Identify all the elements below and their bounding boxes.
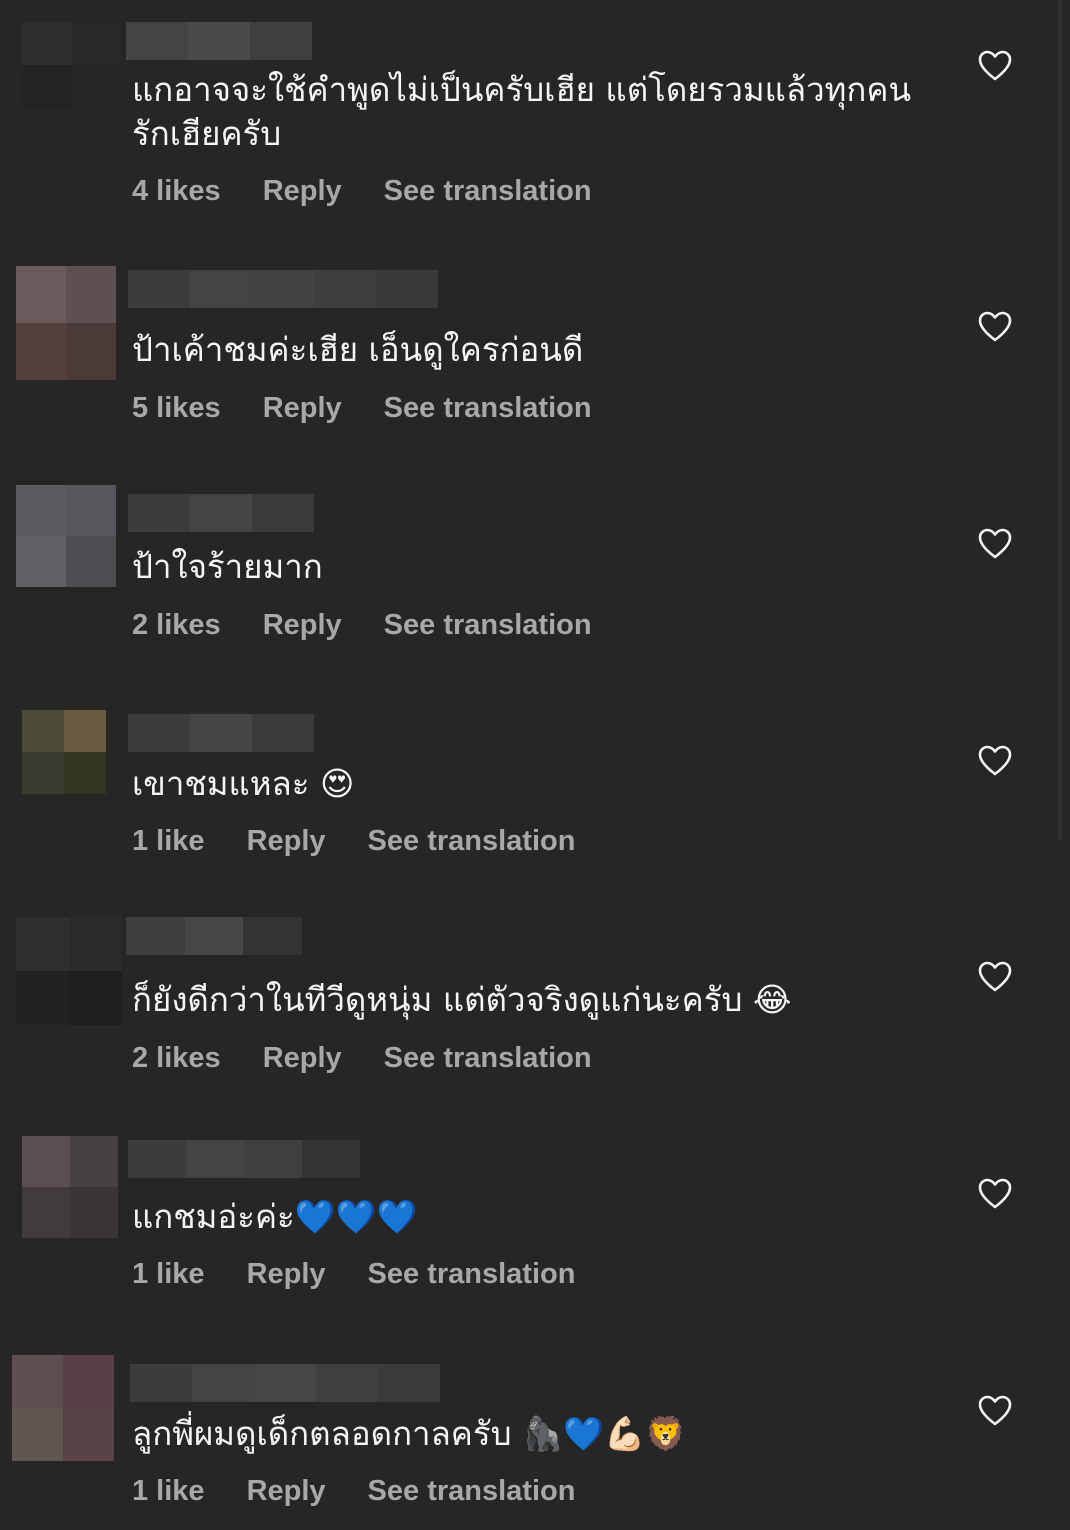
comment-actions: 1 like Reply See translation bbox=[132, 1475, 575, 1508]
like-heart-icon[interactable] bbox=[978, 1395, 1012, 1427]
comment-actions: 4 likes Reply See translation bbox=[132, 175, 592, 208]
username-redacted[interactable] bbox=[128, 494, 314, 532]
username-redacted[interactable] bbox=[128, 270, 438, 308]
comment-actions: 2 likes Reply See translation bbox=[132, 1042, 592, 1075]
like-heart-icon[interactable] bbox=[978, 1178, 1012, 1210]
see-translation-button[interactable]: See translation bbox=[368, 1475, 576, 1508]
reply-button[interactable]: Reply bbox=[263, 609, 342, 642]
reply-button[interactable]: Reply bbox=[247, 1258, 326, 1291]
see-translation-button[interactable]: See translation bbox=[368, 1258, 576, 1291]
likes-count[interactable]: 2 likes bbox=[132, 1042, 221, 1075]
likes-count[interactable]: 2 likes bbox=[132, 609, 221, 642]
reply-button[interactable]: Reply bbox=[263, 175, 342, 208]
reply-button[interactable]: Reply bbox=[263, 1042, 342, 1075]
likes-count[interactable]: 1 like bbox=[132, 1475, 205, 1508]
reply-button[interactable]: Reply bbox=[247, 1475, 326, 1508]
comment-text: ป้าใจร้ายมาก bbox=[132, 547, 323, 586]
see-translation-button[interactable]: See translation bbox=[384, 609, 592, 642]
comment-text: ก็ยังดีกว่าในทีวีดูหนุ่ม แต่ตัวจริงดูแก่… bbox=[132, 980, 792, 1019]
likes-count[interactable]: 1 like bbox=[132, 1258, 205, 1291]
avatar[interactable] bbox=[16, 917, 122, 1025]
see-translation-button[interactable]: See translation bbox=[384, 175, 592, 208]
like-heart-icon[interactable] bbox=[978, 50, 1012, 82]
avatar[interactable] bbox=[22, 22, 122, 108]
like-heart-icon[interactable] bbox=[978, 745, 1012, 777]
like-heart-icon[interactable] bbox=[978, 961, 1012, 993]
username-redacted[interactable] bbox=[126, 22, 312, 60]
username-redacted[interactable] bbox=[130, 1364, 440, 1402]
avatar[interactable] bbox=[16, 266, 116, 380]
comment-text: ลูกพี่ผมดูเด็กตลอดกาลครับ 🦍💙💪🏻🦁 bbox=[132, 1414, 687, 1453]
comment-actions: 1 like Reply See translation bbox=[132, 825, 575, 858]
comment-text: ป้าเค้าชมค่ะเฮีย เอ็นดูใครก่อนดี bbox=[132, 330, 584, 369]
see-translation-button[interactable]: See translation bbox=[384, 1042, 592, 1075]
avatar[interactable] bbox=[22, 1136, 118, 1238]
comment-actions: 1 like Reply See translation bbox=[132, 1258, 575, 1291]
see-translation-button[interactable]: See translation bbox=[384, 392, 592, 425]
scrollbar[interactable] bbox=[1058, 0, 1062, 840]
comment-actions: 5 likes Reply See translation bbox=[132, 392, 592, 425]
likes-count[interactable]: 4 likes bbox=[132, 175, 221, 208]
username-redacted[interactable] bbox=[126, 917, 302, 955]
see-translation-button[interactable]: See translation bbox=[368, 825, 576, 858]
comment-actions: 2 likes Reply See translation bbox=[132, 609, 592, 642]
likes-count[interactable]: 1 like bbox=[132, 825, 205, 858]
comment-text: เขาชมแหละ 😍 bbox=[132, 764, 355, 803]
reply-button[interactable]: Reply bbox=[263, 392, 342, 425]
username-redacted[interactable] bbox=[128, 1140, 360, 1178]
reply-button[interactable]: Reply bbox=[247, 825, 326, 858]
username-redacted[interactable] bbox=[128, 714, 314, 752]
avatar[interactable] bbox=[12, 1355, 114, 1461]
like-heart-icon[interactable] bbox=[978, 528, 1012, 560]
avatar[interactable] bbox=[16, 485, 116, 587]
avatar[interactable] bbox=[22, 710, 106, 794]
likes-count[interactable]: 5 likes bbox=[132, 392, 221, 425]
like-heart-icon[interactable] bbox=[978, 311, 1012, 343]
comment-text: แกอาจจะใช้คำพูดไม่เป็นครับเฮีย แต่โดยรวม… bbox=[132, 70, 912, 153]
comment-text: แกชมอ่ะค่ะ💙💙💙 bbox=[132, 1197, 419, 1236]
